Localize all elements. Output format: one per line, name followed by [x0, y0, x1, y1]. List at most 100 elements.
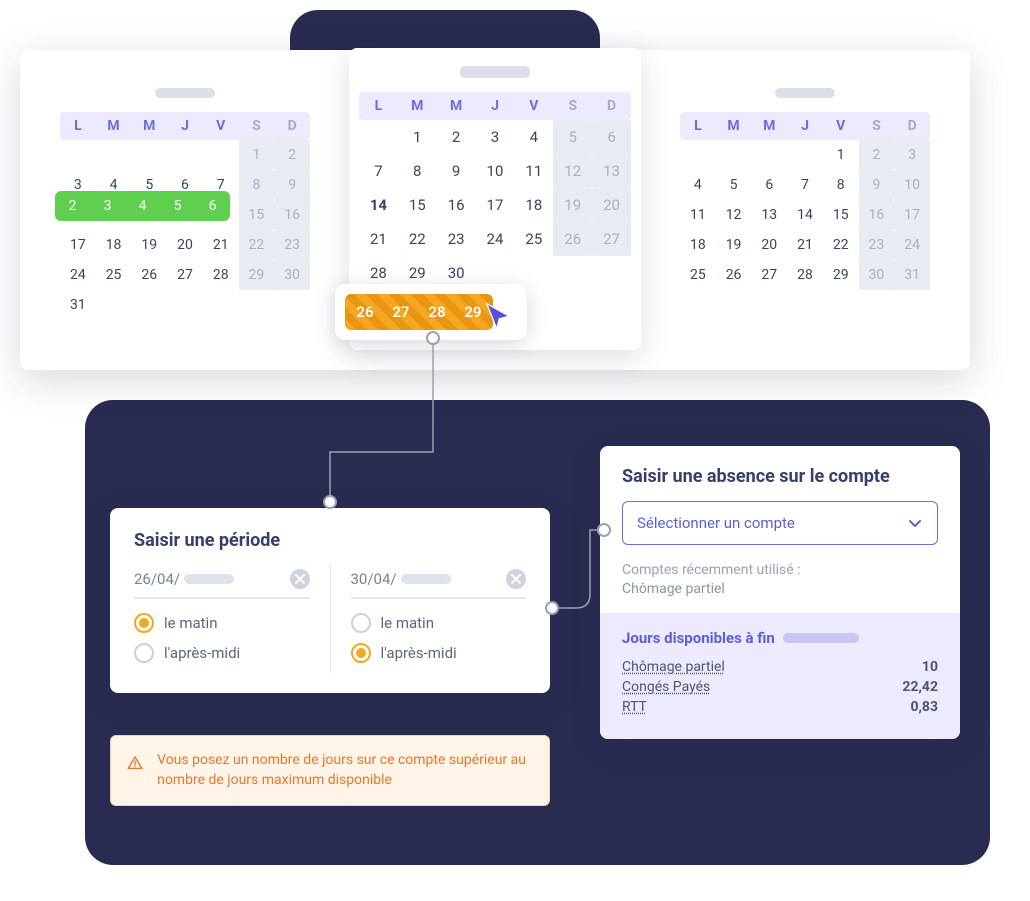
day-cell[interactable]: 2	[859, 140, 895, 170]
end-radio-morning[interactable]: le matin	[351, 613, 527, 633]
day-cell[interactable]: 3	[894, 140, 930, 170]
day-cell[interactable]: 28	[787, 260, 823, 290]
day-cell[interactable]: 18	[96, 230, 132, 260]
day-cell[interactable]: 15	[823, 200, 859, 230]
day-cell[interactable]: 24	[60, 260, 96, 290]
day-cell[interactable]: 6	[592, 120, 631, 154]
day-cell[interactable]: 22	[398, 222, 437, 256]
day-cell[interactable]: 15	[239, 200, 275, 230]
day-cell[interactable]: 29	[239, 260, 275, 290]
day-cell[interactable]: 26	[716, 260, 752, 290]
days-row-name[interactable]: Chômage partiel	[622, 659, 725, 675]
day-cell[interactable]: 19	[131, 230, 167, 260]
start-date-input[interactable]: 26/04/	[134, 565, 310, 599]
day-cell[interactable]: 10	[894, 170, 930, 200]
day-cell[interactable]: 23	[437, 222, 476, 256]
day-cell[interactable]: 14	[359, 188, 398, 222]
day-cell[interactable]: 31	[894, 260, 930, 290]
day-cell[interactable]: 29	[823, 260, 859, 290]
days-row-name[interactable]: RTT	[622, 699, 647, 715]
day-cell[interactable]: 1	[823, 140, 859, 170]
day-cell[interactable]: 20	[592, 188, 631, 222]
day-cell[interactable]: 20	[751, 230, 787, 260]
day-cell[interactable]: 14	[787, 200, 823, 230]
day-cell[interactable]: 2	[437, 120, 476, 154]
day-cell[interactable]: 25	[514, 222, 553, 256]
day-cell[interactable]: 15	[398, 188, 437, 222]
day-cell[interactable]: 21	[787, 230, 823, 260]
day-cell[interactable]: 23	[859, 230, 895, 260]
day-cell[interactable]: 27	[167, 260, 203, 290]
day-cell[interactable]: 9	[274, 170, 310, 200]
day-cell[interactable]: 21	[359, 222, 398, 256]
day-cell[interactable]: 4	[514, 120, 553, 154]
end-radio-afternoon[interactable]: l'après-midi	[351, 643, 527, 663]
day-cell[interactable]: 24	[894, 230, 930, 260]
day-cell[interactable]: 7	[787, 170, 823, 200]
day-cell[interactable]: 20	[167, 230, 203, 260]
account-select[interactable]: Sélectionner un compte	[622, 501, 938, 545]
day-cell[interactable]: 11	[680, 200, 716, 230]
day-cell[interactable]: 17	[60, 230, 96, 260]
day-cell[interactable]: 6	[751, 170, 787, 200]
day-cell[interactable]: 1	[398, 120, 437, 154]
days-grid: 1234567891011121314151617181920212223242…	[680, 140, 930, 290]
day-cell[interactable]: 25	[680, 260, 716, 290]
day-cell[interactable]: 9	[437, 154, 476, 188]
day-cell[interactable]: 31	[60, 290, 96, 320]
day-cell[interactable]: 24	[476, 222, 515, 256]
clear-icon[interactable]	[290, 569, 310, 589]
day-cell[interactable]: 11	[514, 154, 553, 188]
day-cell[interactable]: 1	[239, 140, 275, 170]
day-cell[interactable]: 17	[476, 188, 515, 222]
day-cell[interactable]: 26	[131, 260, 167, 290]
connector-node	[323, 495, 337, 509]
day-cell[interactable]: 18	[680, 230, 716, 260]
day-cell[interactable]: 7	[359, 154, 398, 188]
start-radio-afternoon[interactable]: l'après-midi	[134, 643, 310, 663]
range-day[interactable]: 26	[347, 296, 383, 328]
day-cell[interactable]: 22	[823, 230, 859, 260]
day-cell[interactable]: 27	[751, 260, 787, 290]
start-radio-morning[interactable]: le matin	[134, 613, 310, 633]
day-cell[interactable]: 19	[553, 188, 592, 222]
day-cell[interactable]: 5	[553, 120, 592, 154]
day-cell[interactable]: 13	[751, 200, 787, 230]
day-cell[interactable]: 10	[476, 154, 515, 188]
day-cell[interactable]: 22	[239, 230, 275, 260]
day-cell[interactable]: 8	[823, 170, 859, 200]
day-cell[interactable]: 16	[274, 200, 310, 230]
day-cell[interactable]: 25	[96, 260, 132, 290]
range-day: 6	[195, 191, 230, 221]
day-cell[interactable]: 23	[274, 230, 310, 260]
range-day[interactable]: 27	[383, 296, 419, 328]
dow-cell: V	[823, 112, 859, 140]
day-cell[interactable]: 30	[859, 260, 895, 290]
day-cell[interactable]: 16	[859, 200, 895, 230]
day-cell[interactable]: 17	[894, 200, 930, 230]
day-cell[interactable]: 26	[553, 222, 592, 256]
day-cell[interactable]: 21	[203, 230, 239, 260]
day-cell[interactable]: 8	[398, 154, 437, 188]
day-cell[interactable]: 27	[592, 222, 631, 256]
day-cell[interactable]: 8	[239, 170, 275, 200]
day-cell[interactable]: 12	[553, 154, 592, 188]
days-row-name[interactable]: Congés Payés	[622, 679, 710, 695]
day-cell[interactable]: 9	[859, 170, 895, 200]
day-cell[interactable]: 19	[716, 230, 752, 260]
day-cell[interactable]: 2	[274, 140, 310, 170]
day-cell[interactable]: 5	[716, 170, 752, 200]
clear-icon[interactable]	[506, 569, 526, 589]
range-day[interactable]: 28	[419, 296, 455, 328]
day-cell[interactable]: 16	[437, 188, 476, 222]
day-cell[interactable]: 28	[203, 260, 239, 290]
day-cell[interactable]: 30	[274, 260, 310, 290]
orange-range[interactable]: 26272829	[345, 294, 493, 330]
radio-icon	[134, 613, 154, 633]
day-cell[interactable]: 12	[716, 200, 752, 230]
day-cell[interactable]: 18	[514, 188, 553, 222]
day-cell[interactable]: 4	[680, 170, 716, 200]
day-cell[interactable]: 13	[592, 154, 631, 188]
end-date-input[interactable]: 30/04/	[351, 565, 527, 599]
day-cell[interactable]: 3	[476, 120, 515, 154]
